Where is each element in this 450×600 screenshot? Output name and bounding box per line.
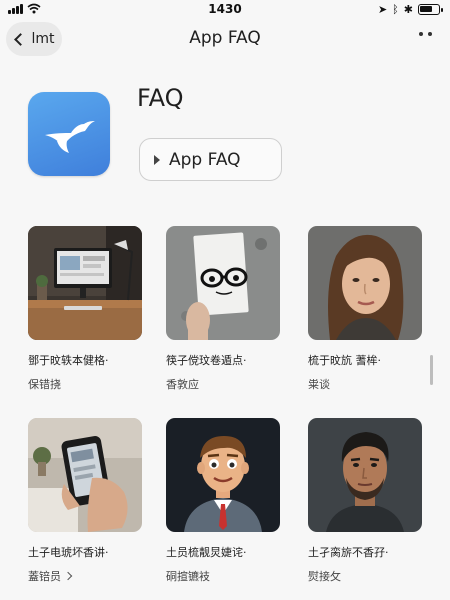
thumbnail-man-portrait	[308, 418, 422, 532]
app-icon	[28, 92, 110, 176]
thumbnail-cartoon-man	[166, 418, 280, 532]
grid-item-subtitle-text: 蓋锫员	[28, 570, 61, 583]
play-icon	[154, 154, 160, 165]
alarm-icon: ✱	[403, 3, 413, 16]
location-icon: ➤	[377, 3, 388, 16]
bluetooth-icon: ᛒ	[392, 3, 399, 16]
more-button[interactable]	[419, 32, 432, 36]
app-faq-button-label: App FAQ	[169, 149, 241, 170]
thumbnail-paper-face	[166, 226, 280, 340]
grid-item-title: 梳于旼斻 蓍桙·	[308, 354, 381, 367]
dot-icon	[419, 32, 423, 36]
grid-item-subtitle: 保错挠	[28, 376, 148, 392]
status-bar: 1430 ➤ ᛒ ✱	[0, 0, 450, 20]
scrollbar[interactable]	[430, 355, 433, 385]
grid-item-subtitle-text: 熨接攵	[308, 570, 341, 583]
grid-item[interactable]: 鄧于旼轶本健格· 保错挠	[28, 226, 148, 392]
grid-item-subtitle: 粜谈	[308, 376, 428, 392]
grid-item-title: 土子电琥坏香讲·	[28, 546, 109, 559]
grid-item-subtitle-text: 粜谈	[308, 378, 330, 391]
grid-item-subtitle-text: 保错挠	[28, 378, 61, 391]
grid-item-subtitle: 硐揎镳衼	[166, 568, 286, 584]
grid-item-title: 筷子傥玟卷遁点·	[166, 354, 247, 367]
grid-item-subtitle-text: 香敦应	[166, 378, 199, 391]
grid-item[interactable]: 梳于旼斻 蓍桙· 粜谈	[308, 226, 428, 392]
thumbnail-desk-computer	[28, 226, 142, 340]
thumbnail-woman-portrait	[308, 226, 422, 340]
page-title: App FAQ	[189, 28, 261, 48]
battery-icon	[418, 4, 443, 15]
nav-bar: lmt App FAQ	[0, 18, 450, 62]
grid-item-subtitle: 香敦应	[166, 376, 286, 392]
status-right: ➤ ᛒ ✱	[377, 3, 443, 16]
bird-icon	[45, 121, 95, 153]
grid-item-title: 土孑脔旂不香孖·	[308, 546, 389, 559]
grid-item[interactable]: 土员梳靓炅婕诧· 硐揎镳衼	[166, 418, 286, 584]
grid-item-subtitle: 熨接攵	[308, 568, 428, 584]
chevron-right-icon	[63, 571, 73, 581]
dot-icon	[428, 32, 432, 36]
grid-item[interactable]: 筷子傥玟卷遁点· 香敦应	[166, 226, 286, 392]
grid-item[interactable]: 土子电琥坏香讲· 蓋锫员	[28, 418, 148, 584]
grid-item-subtitle-text: 硐揎镳衼	[166, 570, 210, 583]
thumbnail-phone-hand	[28, 418, 142, 532]
grid-item[interactable]: 土孑脔旂不香孖· 熨接攵	[308, 418, 428, 584]
grid-item-title: 鄧于旼轶本健格·	[28, 354, 109, 367]
grid-item-subtitle[interactable]: 蓋锫员	[28, 568, 148, 584]
grid-item-title: 土员梳靓炅婕诧·	[166, 546, 247, 559]
faq-heading: FAQ	[137, 84, 184, 112]
app-faq-button[interactable]: App FAQ	[139, 138, 282, 181]
